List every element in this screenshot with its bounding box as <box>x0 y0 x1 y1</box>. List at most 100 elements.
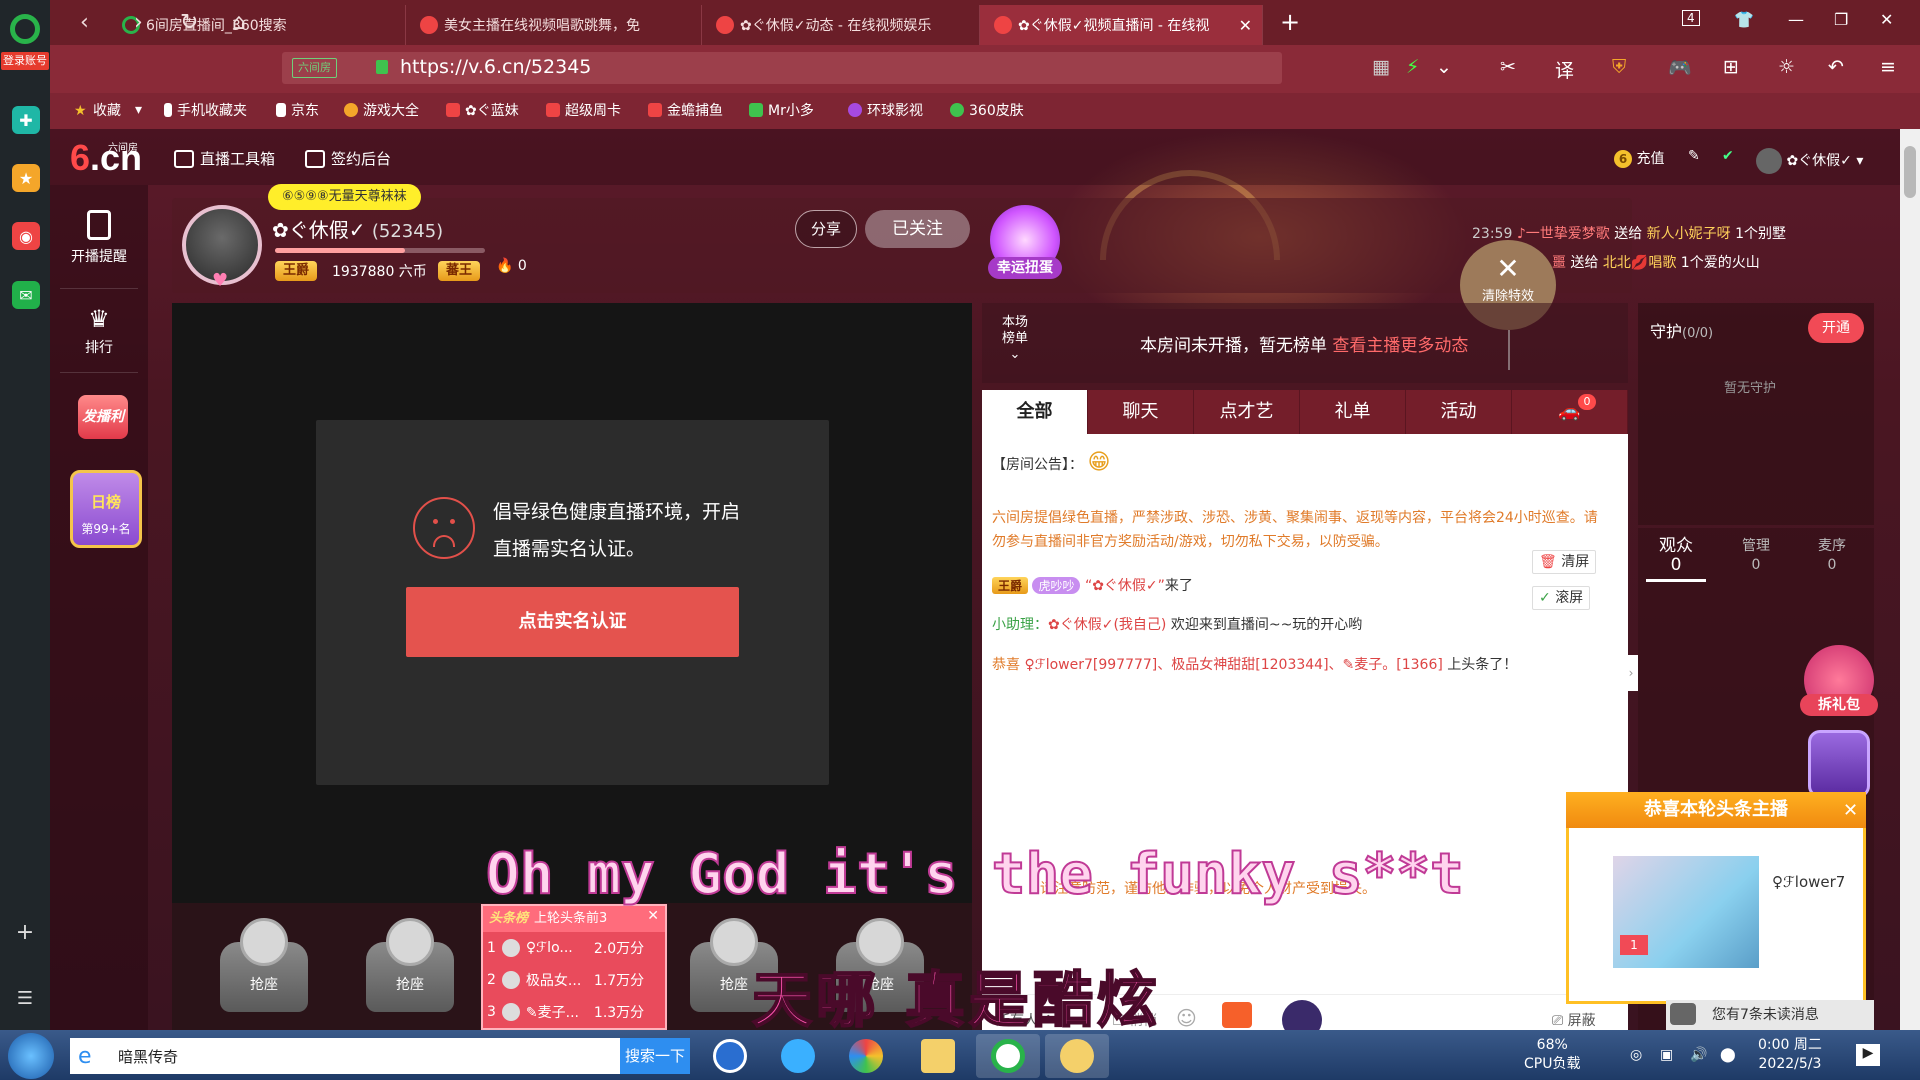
minimize-button[interactable]: — <box>1788 10 1804 29</box>
tab-gift-list[interactable]: 礼单 <box>1300 390 1406 434</box>
headline-row[interactable]: 2 极品女... 1.7万分 <box>483 964 665 996</box>
lucky-capsule-label[interactable]: 幸运扭蛋 <box>988 257 1062 279</box>
tab-audience[interactable]: 观众 0 <box>1646 537 1706 582</box>
search-button[interactable]: 搜索一下 <box>620 1038 690 1074</box>
unread-messages[interactable]: 您有7条未读消息 <box>1666 1000 1874 1030</box>
add-sidebar-icon[interactable]: + <box>0 920 50 945</box>
sidebar-menu-icon[interactable]: ☰ <box>0 988 50 1009</box>
forward-button[interactable]: › <box>134 10 143 35</box>
live-toolbox-link[interactable]: 直播工具箱 <box>174 148 275 169</box>
tab-all[interactable]: 全部 <box>982 390 1088 434</box>
headline-row[interactable]: 1 ♀ℱlo... 2.0万分 <box>483 932 665 964</box>
ranking-nav[interactable]: ♛ 排行 <box>50 305 148 357</box>
taskbar-app[interactable] <box>976 1034 1040 1078</box>
clear-screen-button[interactable]: 🗑 清屏 <box>1532 550 1597 574</box>
daily-rank-badge[interactable]: 日榜 第99+名 <box>70 470 142 548</box>
bookmark-item[interactable]: 游戏大全 <box>344 100 419 120</box>
tab-car[interactable]: 🚗 <box>1512 390 1628 434</box>
scroll-screen-button[interactable]: ✓ 滚屏 <box>1532 586 1591 610</box>
tab-mic-order[interactable]: 麦序 0 <box>1802 537 1862 575</box>
taskbar-app[interactable] <box>766 1034 830 1078</box>
rank-board-label[interactable]: 本场榜单 ⌄ <box>998 315 1032 363</box>
shield-icon[interactable]: ⛨ <box>1612 56 1626 78</box>
bookmark-item[interactable]: 环球影视 <box>848 100 923 120</box>
bookmark-item[interactable]: 金蟾捕鱼 <box>648 100 723 120</box>
fire-count[interactable]: 🔥 0 <box>496 258 527 274</box>
page-scrollbar[interactable] <box>1900 129 1920 1030</box>
browser-tab[interactable]: ✿ぐ休假✓动态 - 在线视频娱乐 <box>702 5 980 45</box>
user-name[interactable]: ✿ぐ休假✓(我自己) <box>1048 617 1166 633</box>
sidebar-app-icon[interactable]: ✚ <box>12 106 40 134</box>
bookmark-item[interactable]: ✿ぐ蓝妹 <box>446 100 519 120</box>
sidebar-mail-icon[interactable]: ✉ <box>12 281 40 309</box>
start-reminder-nav[interactable]: 开播提醒 <box>50 210 148 266</box>
bookmark-item[interactable]: Mr小多 <box>749 100 814 120</box>
close-tab-icon[interactable]: ✕ <box>1239 16 1252 35</box>
taskbar-search-box[interactable]: e 暗黑传奇 <box>70 1038 690 1074</box>
new-tab-button[interactable]: + <box>1280 8 1300 36</box>
login-account-button[interactable]: 登录账号 <box>1 52 49 70</box>
taskbar-app[interactable] <box>698 1034 762 1078</box>
grab-seat[interactable]: 抢座 <box>210 918 318 1020</box>
fan-tag[interactable]: ⑥⑤⑨⑧无量天尊袜袜 <box>268 184 421 210</box>
security-icon[interactable]: ⬤ <box>1720 1046 1736 1065</box>
block-button[interactable]: ⎚ 屏蔽 <box>1552 1010 1596 1030</box>
close-icon[interactable]: ✕ <box>647 908 659 924</box>
grab-seat[interactable]: 抢座 <box>356 918 464 1020</box>
verified-icon[interactable]: ✔ <box>1722 148 1734 164</box>
recharge-link[interactable]: 6 充值 <box>1614 148 1664 168</box>
tab-chat[interactable]: 聊天 <box>1088 390 1194 434</box>
bookmark-item[interactable]: 360皮肤 <box>950 100 1024 120</box>
tab-count[interactable]: 4 <box>1682 10 1700 26</box>
sidebar-weibo-icon[interactable]: ◉ <box>12 222 40 250</box>
user-names[interactable]: ♀ℱlower7[997777]、极品女神甜甜[1203344]、✎麦子。[13… <box>1024 657 1442 673</box>
close-icon[interactable]: ✕ <box>1843 800 1858 821</box>
anchor-more-link[interactable]: 查看主播更多动态 <box>1332 336 1468 356</box>
volume-icon[interactable]: 🔊 <box>1690 1046 1707 1065</box>
back-button[interactable]: ‹ <box>80 10 89 35</box>
tab-activity[interactable]: 活动 <box>1406 390 1512 434</box>
speed-icon[interactable]: ⚡ <box>1406 56 1419 78</box>
tab-talent[interactable]: 点才艺 <box>1194 390 1300 434</box>
cpu-load[interactable]: 68% CPU负载 <box>1524 1036 1580 1074</box>
real-name-verify-button[interactable]: 点击实名认证 <box>406 587 739 657</box>
reload-button[interactable]: ↻ <box>180 10 198 35</box>
bookmark-item[interactable]: 手机收藏夹 <box>164 100 247 120</box>
show-desktop-icon[interactable]: ▶ <box>1856 1044 1880 1066</box>
apps-grid-icon[interactable]: ⊞ <box>1723 56 1739 78</box>
site-cert-badge[interactable]: 六间房 <box>292 58 337 78</box>
open-gift-label[interactable]: 拆礼包 <box>1800 694 1878 716</box>
sidebar-star-icon[interactable]: ★ <box>12 164 40 192</box>
translate-icon[interactable]: 译 <box>1555 56 1574 83</box>
taskbar-app[interactable] <box>1045 1034 1109 1078</box>
collapse-arrow-icon[interactable]: › <box>1624 655 1638 691</box>
network-icon[interactable]: ▣ <box>1660 1046 1673 1065</box>
live-benefit-icon[interactable] <box>1222 1002 1252 1028</box>
bookmark-item[interactable]: 超级周卡 <box>546 100 621 120</box>
user-menu[interactable]: ✿ぐ休假✓ ▾ <box>1756 148 1863 174</box>
browser-tab[interactable]: 美女主播在线视频唱歌跳舞，免 <box>406 5 702 45</box>
open-guard-button[interactable]: 开通 <box>1808 313 1864 343</box>
bookmark-favorites[interactable]: ★ 收藏 ▾ <box>74 100 142 120</box>
anchor-name[interactable]: ✿ぐ休假✓ (52345) <box>272 214 443 243</box>
user-name[interactable]: “✿ぐ休假✓” <box>1085 578 1165 594</box>
follow-button[interactable]: 已关注 <box>865 210 970 248</box>
undo-icon[interactable]: ↶ <box>1828 56 1844 78</box>
browser-tab[interactable]: 6间房直播间_360搜索 <box>108 5 406 45</box>
bookmark-item[interactable]: 京东 <box>276 100 319 120</box>
menu-icon[interactable]: ≡ <box>1880 56 1896 78</box>
scrollbar-thumb[interactable] <box>1904 146 1916 198</box>
level-hex-icon[interactable] <box>1808 730 1870 798</box>
skin-icon[interactable]: 👕 <box>1734 10 1754 29</box>
emoji-icon[interactable]: ☺ <box>1176 1006 1197 1030</box>
chevron-down-icon[interactable]: ⌄ <box>1436 56 1452 78</box>
taskbar-app[interactable] <box>906 1034 970 1078</box>
game-icon[interactable]: 🎮 <box>1668 56 1692 79</box>
qr-icon[interactable]: ▦ <box>1372 56 1390 78</box>
tray-360-icon[interactable]: ◎ <box>1630 1046 1642 1065</box>
anchor-name[interactable]: ♀ℱlower7 <box>1772 873 1845 891</box>
share-button[interactable]: 分享 <box>795 210 857 248</box>
edit-icon[interactable]: ✎ <box>1688 148 1700 164</box>
maximize-button[interactable]: ❐ <box>1834 10 1848 29</box>
start-live-benefit-badge[interactable]: 发播利 <box>78 395 128 439</box>
